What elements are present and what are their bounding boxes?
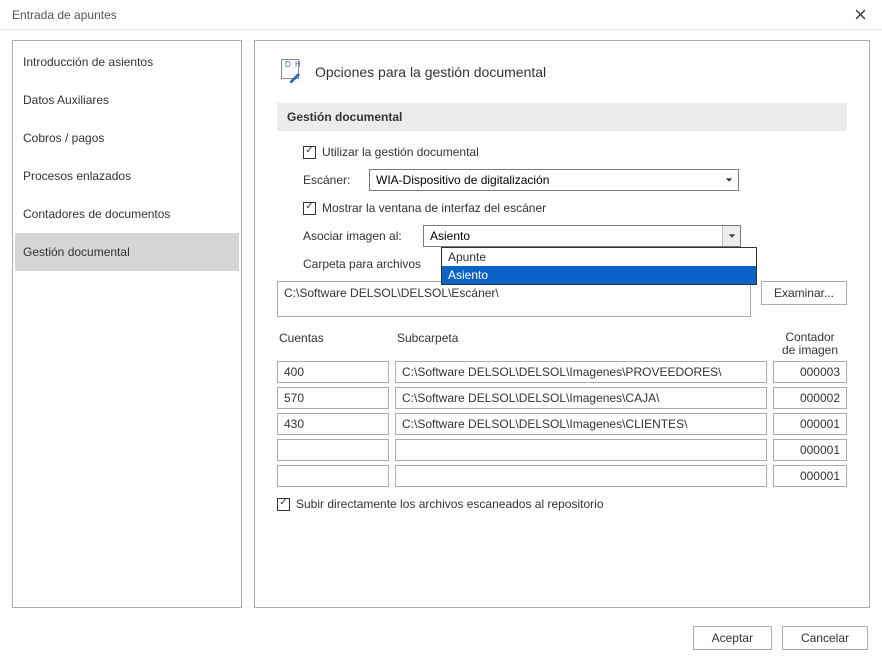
asociar-input[interactable]	[424, 226, 722, 246]
cell-text: 400	[284, 365, 304, 379]
subcarpeta-cell[interactable]	[395, 439, 767, 461]
sidebar-item-procesos-enlazados[interactable]: Procesos enlazados	[15, 157, 239, 195]
cell-text: 000001	[800, 469, 840, 483]
scanner-input[interactable]	[370, 170, 720, 190]
sidebar-item-contadores-documentos[interactable]: Contadores de documentos	[15, 195, 239, 233]
panel: D H Opciones para la gestión documental …	[254, 40, 870, 608]
th-cuentas: Cuentas	[277, 331, 395, 357]
upload-repo-checkbox[interactable]: Subir directamente los archivos escanead…	[277, 497, 847, 511]
subcarpeta-cell[interactable]: C:\Software DELSOL\DELSOL\Imagenes\PROVE…	[395, 361, 767, 383]
chevron-down-icon	[722, 226, 740, 246]
table-row: 000001	[277, 439, 847, 461]
group-header: Gestión documental	[277, 103, 847, 131]
cancel-button[interactable]: Cancelar	[782, 626, 868, 650]
cell-text: C:\Software DELSOL\DELSOL\Imagenes\CAJA\	[402, 391, 659, 405]
scanner-label: Escáner:	[303, 173, 361, 187]
option-label: Apunte	[448, 250, 486, 264]
subcarpeta-cell[interactable]: C:\Software DELSOL\DELSOL\Imagenes\CAJA\	[395, 387, 767, 409]
cell-text: 570	[284, 391, 304, 405]
option-label: Asiento	[448, 268, 488, 282]
sidebar: Introducción de asientos Datos Auxiliare…	[12, 40, 242, 608]
contador-cell[interactable]: 000003	[773, 361, 847, 383]
show-scanner-ui-checkbox[interactable]: Mostrar la ventana de interfaz del escán…	[303, 201, 546, 215]
dialog-footer: Aceptar Cancelar	[0, 616, 882, 660]
contador-cell[interactable]: 000001	[773, 465, 847, 487]
asociar-combo[interactable]	[423, 225, 741, 247]
sidebar-item-introduccion[interactable]: Introducción de asientos	[15, 43, 239, 81]
cell-text: 000002	[800, 391, 840, 405]
cuentas-cell[interactable]	[277, 439, 389, 461]
asociar-label: Asociar imagen al:	[303, 229, 415, 243]
carpeta-path-field[interactable]: C:\Software DELSOL\DELSOL\Escáner\	[277, 281, 751, 317]
chevron-down-icon	[720, 170, 738, 190]
scanner-combo[interactable]	[369, 169, 739, 191]
checkbox-label: Utilizar la gestión documental	[322, 145, 479, 159]
button-label: Cancelar	[801, 631, 849, 645]
cell-text: 000003	[800, 365, 840, 379]
panel-title: Opciones para la gestión documental	[315, 64, 546, 80]
sidebar-item-cobros-pagos[interactable]: Cobros / pagos	[15, 119, 239, 157]
carpeta-label: Carpeta para archivos	[303, 257, 421, 271]
sidebar-item-label: Procesos enlazados	[23, 169, 131, 183]
table-row: 430 C:\Software DELSOL\DELSOL\Imagenes\C…	[277, 413, 847, 435]
button-label: Aceptar	[712, 631, 753, 645]
asociar-option-asiento[interactable]: Asiento	[442, 266, 756, 284]
checkbox-label: Mostrar la ventana de interfaz del escán…	[322, 201, 546, 215]
accounts-table: Cuentas Subcarpeta Contador de imagen 40…	[277, 331, 847, 487]
asociar-option-apunte[interactable]: Apunte	[442, 248, 756, 266]
cuentas-cell[interactable]: 400	[277, 361, 389, 383]
cell-text: 000001	[800, 417, 840, 431]
button-label: Examinar...	[774, 286, 834, 300]
titlebar: Entrada de apuntes	[0, 0, 882, 30]
sidebar-item-label: Cobros / pagos	[23, 131, 104, 145]
sidebar-item-label: Gestión documental	[23, 245, 130, 259]
browse-button[interactable]: Examinar...	[761, 281, 847, 305]
sidebar-item-gestion-documental[interactable]: Gestión documental	[15, 233, 239, 271]
close-button[interactable]	[838, 0, 882, 30]
th-subcarpeta: Subcarpeta	[395, 331, 773, 357]
th-contador: Contador de imagen	[773, 331, 847, 357]
use-gestion-checkbox[interactable]: Utilizar la gestión documental	[303, 145, 479, 159]
sidebar-item-label: Introducción de asientos	[23, 55, 153, 69]
contador-cell[interactable]: 000001	[773, 439, 847, 461]
th-contador-l2: de imagen	[773, 344, 847, 357]
checkbox-label: Subir directamente los archivos escanead…	[296, 497, 604, 511]
cuentas-cell[interactable]: 570	[277, 387, 389, 409]
table-row: 570 C:\Software DELSOL\DELSOL\Imagenes\C…	[277, 387, 847, 409]
checkbox-box-icon	[303, 146, 316, 159]
sidebar-item-label: Contadores de documentos	[23, 207, 170, 221]
table-row: 400 C:\Software DELSOL\DELSOL\Imagenes\P…	[277, 361, 847, 383]
cuentas-cell[interactable]	[277, 465, 389, 487]
cell-text: 000001	[800, 443, 840, 457]
contador-cell[interactable]: 000002	[773, 387, 847, 409]
sidebar-item-label: Datos Auxiliares	[23, 93, 109, 107]
document-pencil-icon: D H	[277, 59, 303, 85]
cell-text: C:\Software DELSOL\DELSOL\Imagenes\PROVE…	[402, 365, 721, 379]
contador-cell[interactable]: 000001	[773, 413, 847, 435]
window-title: Entrada de apuntes	[12, 8, 117, 22]
cell-text: C:\Software DELSOL\DELSOL\Imagenes\CLIEN…	[402, 417, 687, 431]
subcarpeta-cell[interactable]: C:\Software DELSOL\DELSOL\Imagenes\CLIEN…	[395, 413, 767, 435]
carpeta-path-text: C:\Software DELSOL\DELSOL\Escáner\	[284, 286, 499, 300]
table-row: 000001	[277, 465, 847, 487]
checkbox-box-icon	[303, 202, 316, 215]
sidebar-item-datos-auxiliares[interactable]: Datos Auxiliares	[15, 81, 239, 119]
checkbox-box-icon	[277, 498, 290, 511]
cuentas-cell[interactable]: 430	[277, 413, 389, 435]
cell-text: 430	[284, 417, 304, 431]
accept-button[interactable]: Aceptar	[693, 626, 772, 650]
subcarpeta-cell[interactable]	[395, 465, 767, 487]
asociar-dropdown[interactable]: Apunte Asiento	[441, 247, 757, 285]
close-icon	[855, 9, 866, 20]
